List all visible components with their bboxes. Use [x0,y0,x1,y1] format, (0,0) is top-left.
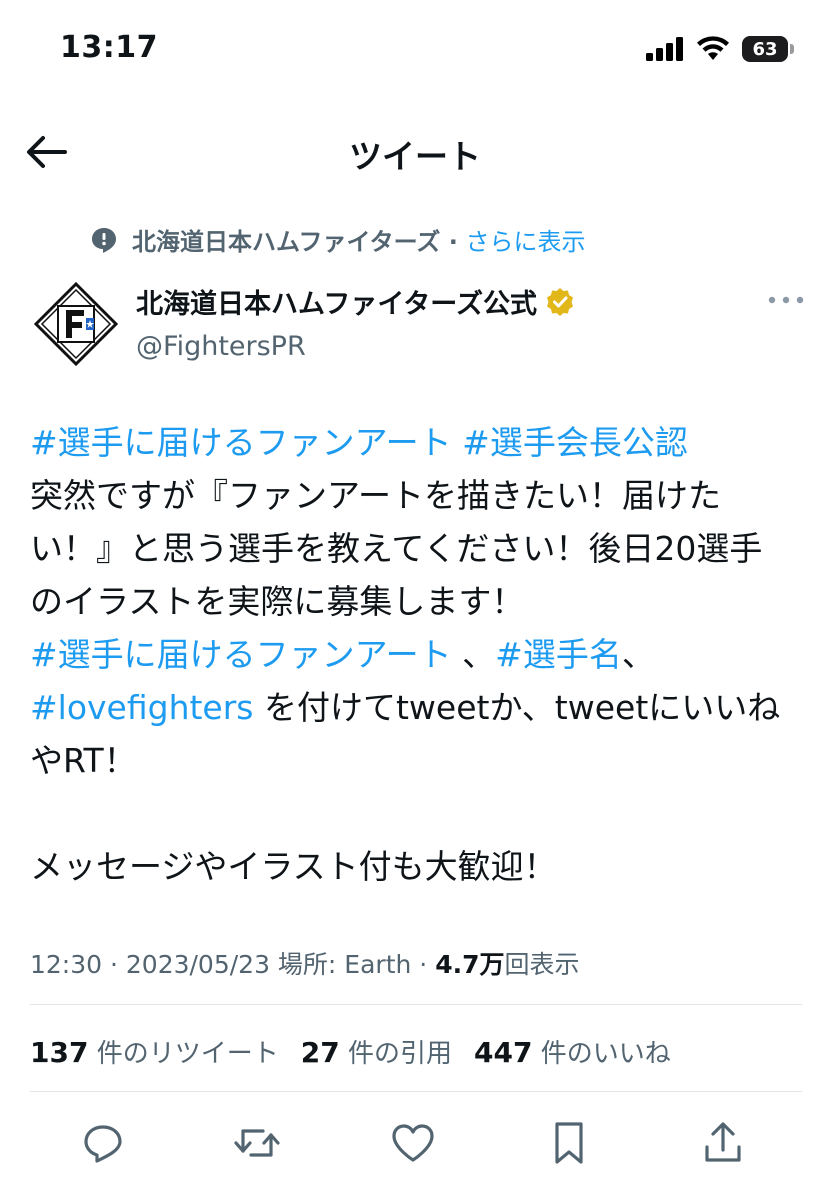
likes-count: 447 [473,1036,533,1069]
reply-button[interactable] [78,1118,128,1168]
retweets-label: 件のリツイート [96,1039,279,1069]
engagement-stats: 137 件のリツイート 27 件の引用 447 件のいいね [30,1033,671,1070]
avatar[interactable] [28,276,124,372]
author-name: 北海道日本ハムファイターズ公式 [136,289,537,320]
tweet-text-fragment: 、 [621,635,655,674]
view-label: 回表示 [504,950,580,979]
tweet-line: #選手に届けるファンアート 、#選手名、 [30,628,800,681]
retweets-stat[interactable]: 137 件のリツイート [30,1033,279,1070]
tweet-author: 北海道日本ハムファイターズ公式 @FightersPR [28,276,808,367]
tweet-line: メッセージやイラスト付も大歓迎！ [30,847,557,886]
hashtag-link[interactable]: #選手に届けるファンアート [30,635,452,674]
like-icon [392,1124,434,1162]
author-name-row[interactable]: 北海道日本ハムファイターズ公式 [136,282,575,321]
quotes-stat[interactable]: 27 件の引用 [301,1033,452,1070]
author-handle[interactable]: @FightersPR [136,331,575,362]
reply-icon [84,1125,122,1163]
likes-stat[interactable]: 447 件のいいね [474,1033,671,1070]
more-button[interactable] [764,288,808,312]
status-bar: 13:17 63 [0,0,830,100]
verified-badge-icon [546,287,573,316]
retweet-button[interactable] [232,1118,282,1168]
wifi-icon [697,36,729,60]
hashtag-link[interactable]: #選手名 [495,635,622,674]
hashtag-link[interactable]: #lovefighters [30,688,254,727]
fighters-logo-icon [33,281,119,367]
bookmark-icon [555,1122,583,1164]
tweet-line: い！』と思う選手を教えてください！後日20選手 [30,529,763,568]
more-icon [768,296,804,304]
status-time: 13:17 [60,30,158,65]
bookmark-button[interactable] [544,1118,594,1168]
tweet-line: のイラストを実際に募集します！ [30,582,525,621]
cellular-signal-icon [646,37,683,61]
page-title: ツイート [349,137,481,176]
status-icons: 63 [646,36,794,62]
tweet-line: 突然ですが『ファンアートを描きたい！届けた [30,476,722,515]
author-names: 北海道日本ハムファイターズ公式 @FightersPR [136,282,575,362]
nav-header: ツイート [0,110,830,190]
retweet-icon [234,1129,280,1157]
social-context: 北海道日本ハムファイターズ · さらに表示 [90,222,586,257]
tweet-line: #lovefighters を付けてtweetか、tweetにいいね [30,681,800,734]
retweets-count: 137 [30,1036,89,1069]
tweet-text: #選手に届けるファンアート #選手会長公認 突然ですが『ファンアートを描きたい！… [30,416,800,893]
quotes-count: 27 [300,1036,340,1069]
share-button[interactable] [698,1118,748,1168]
action-bar [0,1112,830,1172]
tweet-meta: 12:30 · 2023/05/23 場所: Earth · 4.7万回表示 [30,945,580,981]
hashtag-link[interactable]: #選手会長公認 [462,423,688,462]
battery-cap [790,44,794,54]
likes-label: 件のいいね [540,1039,671,1069]
quotes-label: 件の引用 [347,1039,452,1069]
context-text: 北海道日本ハムファイターズ · [132,228,458,256]
speech-bubble-icon [92,227,116,253]
divider [30,1004,802,1005]
tweet-text-fragment: を付けてtweetか、tweetにいいね [253,688,781,727]
tweet-line: #選手に届けるファンアート #選手会長公認 [30,416,800,469]
hashtag-link[interactable]: #選手に届けるファンアート [30,423,452,462]
share-icon [705,1122,741,1162]
tweet-text-fragment: 、 [451,635,496,674]
battery-level: 63 [742,36,788,62]
battery-indicator: 63 [742,36,794,62]
tweet-timestamp[interactable]: 12:30 · 2023/05/23 場所: Earth · [30,950,435,979]
divider [30,1091,802,1092]
tweet-line: やRT！ [30,741,137,780]
like-button[interactable] [388,1118,438,1168]
show-more-link[interactable]: さらに表示 [466,228,586,256]
view-count: 4.7万 [435,950,505,979]
